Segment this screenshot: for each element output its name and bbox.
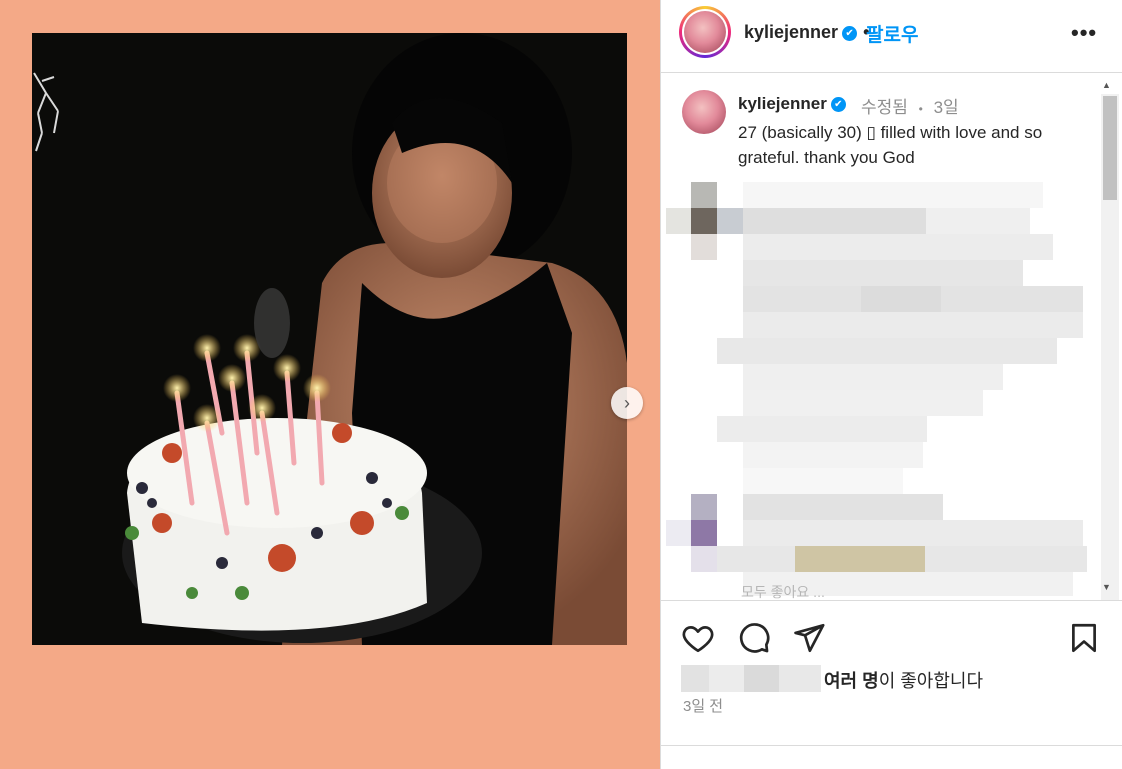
post-photo <box>32 33 627 645</box>
caption-username[interactable]: kyliejenner <box>738 94 827 113</box>
next-media-button[interactable]: › <box>611 387 643 419</box>
post-header: kyliejenner ✔ • 팔로우 ••• <box>661 0 1122 73</box>
caption-text: 27 (basically 30) ▯ filled with love and… <box>738 123 1043 167</box>
blurred-comment-text: 모두 좋아요 ... <box>741 584 825 600</box>
blurred-liker-avatars <box>681 665 821 692</box>
comments-section: kyliejenner ✔ 수정됨 • 3일 27 (basically 30) … <box>661 74 1122 600</box>
post-actions: 여러 명이 좋아합니다 3일 전 <box>661 600 1122 769</box>
scroll-up-arrow-icon[interactable]: ▲ <box>1102 80 1111 90</box>
caption-author-avatar[interactable] <box>682 90 726 134</box>
like-button[interactable] <box>681 621 715 660</box>
edited-label: 수정됨 <box>861 98 908 117</box>
scrollbar-thumb[interactable] <box>1103 96 1117 200</box>
chevron-right-icon: › <box>624 392 630 413</box>
birthday-photo-illustration <box>32 33 627 645</box>
comment-icon <box>739 623 770 653</box>
verified-badge-icon: ✔ <box>842 25 858 41</box>
share-button[interactable] <box>792 621 826 660</box>
more-options-icon[interactable]: ••• <box>1071 20 1097 46</box>
post-media: › <box>0 0 660 769</box>
comment-button[interactable] <box>737 621 771 660</box>
likes-rest: 이 좋아합니다 <box>878 671 984 691</box>
follow-button[interactable]: 팔로우 <box>866 20 918 47</box>
verified-badge-icon: ✔ <box>830 97 846 113</box>
bookmark-icon <box>1072 623 1096 653</box>
author-username-row[interactable]: kyliejenner ✔ • <box>744 22 875 43</box>
separator-dot: • <box>918 102 923 116</box>
scroll-down-arrow-icon[interactable]: ▼ <box>1102 582 1111 592</box>
caption-username-row: kyliejenner ✔ <box>738 94 846 114</box>
post-timestamp[interactable]: 3일 전 <box>683 695 723 716</box>
author-avatar[interactable] <box>679 6 731 58</box>
likes-text[interactable]: 여러 명이 좋아합니다 <box>824 667 983 693</box>
paper-plane-icon <box>794 623 825 653</box>
likes-bold: 여러 명 <box>824 671 879 691</box>
post-side-panel: kyliejenner ✔ • 팔로우 ••• kyliejenner ✔ 수정됨 •… <box>660 0 1122 769</box>
author-username[interactable]: kyliejenner <box>744 22 838 42</box>
divider <box>661 745 1122 746</box>
caption-age: 3일 <box>933 98 959 117</box>
caption-meta: 수정됨 • 3일 <box>861 93 959 118</box>
save-button[interactable] <box>1067 621 1101 660</box>
heart-icon <box>682 626 714 653</box>
avatar-image <box>684 11 726 53</box>
